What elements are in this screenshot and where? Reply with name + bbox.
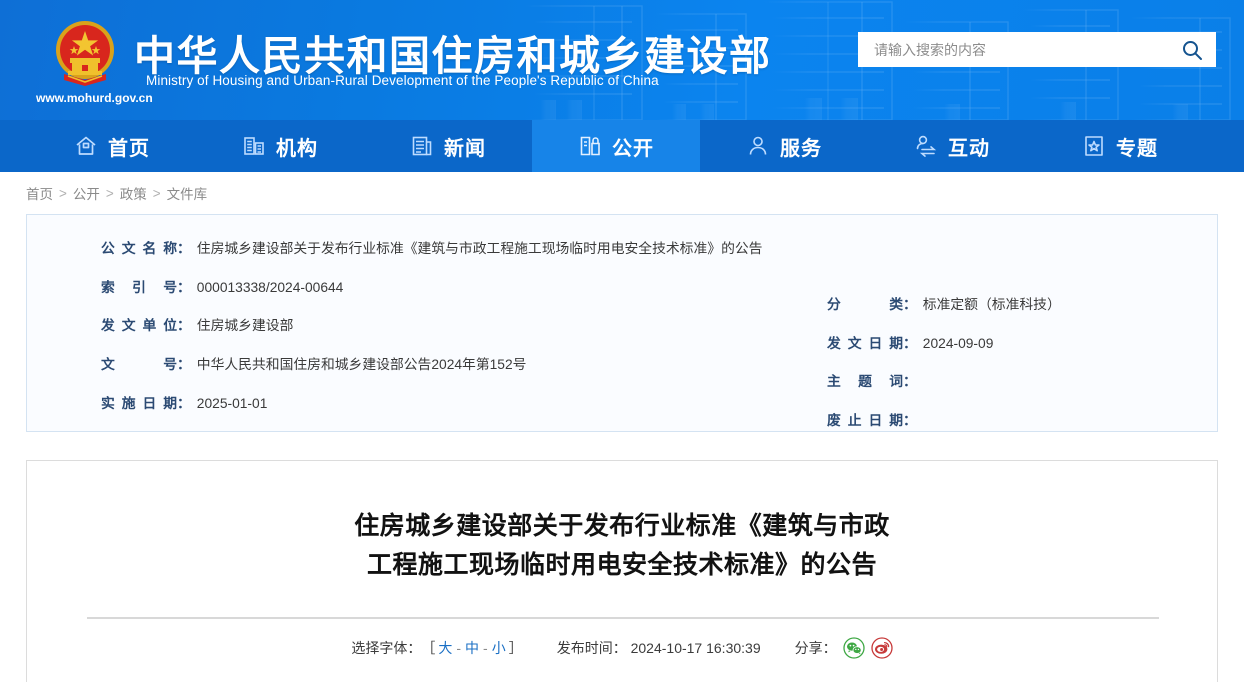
nav-item-topics[interactable]: 专题 <box>1036 120 1204 172</box>
breadcrumb: 首页 > 公开 > 政策 > 文件库 <box>0 172 1244 214</box>
search-box <box>858 32 1216 67</box>
metadata-label: 发文日期 <box>827 335 903 351</box>
site-subtitle: Ministry of Housing and Urban-Rural Deve… <box>146 73 659 88</box>
breadcrumb-separator: > <box>152 185 161 201</box>
article-title-line-1: 住房城乡建设部关于发布行业标准《建筑与市政 <box>354 512 890 540</box>
site-url: www.mohurd.gov.cn <box>36 91 153 105</box>
font-size-dash: - <box>456 639 462 656</box>
metadata-row-issuing-unit: 发文单位 ： 住房城乡建设部 <box>101 316 861 337</box>
nav-item-services[interactable]: 服务 <box>700 120 868 172</box>
metadata-value: 住房城乡建设部 <box>196 318 294 334</box>
article-toolbar: 选择字体： ［ 大 - 中 - 小 ］ 发布时间： 2024-10-17 16:… <box>87 636 1157 659</box>
home-icon <box>74 134 98 158</box>
metadata-colon: ： <box>903 335 917 351</box>
search-icon <box>1183 40 1202 60</box>
metadata-row-category: 分类 ： 标准定额（标准科技） <box>827 295 1197 316</box>
font-size-small-button[interactable]: 小 <box>489 638 509 658</box>
metadata-label: 发文单位 <box>101 318 177 334</box>
breadcrumb-separator: > <box>105 185 114 201</box>
nav-label: 互动 <box>948 137 990 160</box>
share-group: 分享： <box>794 636 893 659</box>
breadcrumb-item-home[interactable]: 首页 <box>26 183 53 203</box>
metadata-row-document-name: 公文名称 ： 住房城乡建设部关于发布行业标准《建筑与市政工程施工现场临时用电安全… <box>101 239 861 260</box>
metadata-row-document-number: 文号 ： 中华人民共和国住房和城乡建设部公告2024年第152号 <box>101 355 861 376</box>
metadata-value: 2025-01-01 <box>196 395 268 411</box>
search-input[interactable] <box>858 32 1168 67</box>
font-size-picker: 选择字体： ［ 大 - 中 - 小 ］ <box>351 638 522 658</box>
metadata-value: 标准定额（标准科技） <box>922 297 1061 312</box>
metadata-colon: ： <box>177 318 191 334</box>
publish-time-label: 发布时间： <box>556 639 627 656</box>
nav-label: 服务 <box>780 137 822 160</box>
metadata-row-index-number: 索引号 ： 000013338/2024-00644 <box>101 278 861 299</box>
nav-label: 专题 <box>1116 137 1158 160</box>
metadata-row-issue-date: 发文日期 ： 2024-09-09 <box>827 334 1197 355</box>
publish-time-group: 发布时间： 2024-10-17 16:30:39 <box>557 638 761 658</box>
metadata-label: 分类 <box>827 297 903 312</box>
metadata-colon: ： <box>903 297 917 312</box>
metadata-column-left: 公文名称 ： 住房城乡建设部关于发布行业标准《建筑与市政工程施工现场临时用电安全… <box>101 239 861 432</box>
nav-item-institutions[interactable]: 机构 <box>196 120 364 172</box>
document-metadata-card: 公文名称 ： 住房城乡建设部关于发布行业标准《建筑与市政工程施工现场临时用电安全… <box>26 214 1218 432</box>
font-size-medium-button[interactable]: 中 <box>462 638 482 658</box>
metadata-column-right: 分类 ： 标准定额（标准科技） 发文日期 ： 2024-09-09 主题词 ： … <box>827 295 1197 450</box>
metadata-label: 主题词 <box>827 374 903 390</box>
metadata-colon: ： <box>903 413 917 429</box>
breadcrumb-separator: > <box>59 185 67 201</box>
metadata-value: 2024-09-09 <box>922 335 994 351</box>
article-divider <box>87 616 1159 619</box>
nav-label: 公开 <box>612 137 654 160</box>
publish-time-value: 2024-10-17 16:30:39 <box>630 639 761 656</box>
font-size-dash: - <box>483 639 488 656</box>
article-title: 住房城乡建设部关于发布行业标准《建筑与市政 工程施工现场临时用电安全技术标准》的… <box>87 507 1157 585</box>
bracket-open: ［ <box>421 639 436 656</box>
metadata-row-effective-date: 实施日期 ： 2025-01-01 <box>101 394 861 415</box>
metadata-label: 文号 <box>101 357 177 373</box>
metadata-value: 000013338/2024-00644 <box>196 279 344 295</box>
metadata-colon: ： <box>177 279 191 295</box>
metadata-colon: ： <box>177 395 191 411</box>
nav-item-disclosure[interactable]: 公开 <box>532 120 700 172</box>
service-person-icon <box>746 134 770 158</box>
breadcrumb-item-disclosure[interactable]: 公开 <box>73 183 100 203</box>
nav-label: 首页 <box>108 137 150 160</box>
breadcrumb-item-file-library[interactable]: 文件库 <box>167 183 208 203</box>
bracket-close: ］ <box>508 639 523 656</box>
metadata-label: 索引号 <box>101 279 177 295</box>
nav-item-news[interactable]: 新闻 <box>364 120 532 172</box>
site-header: 中华人民共和国住房和城乡建设部 Ministry of Housing and … <box>0 0 1244 120</box>
open-disclosure-icon <box>578 134 602 158</box>
metadata-value: 中华人民共和国住房和城乡建设部公告2024年第152号 <box>196 357 527 373</box>
metadata-label: 公文名称 <box>101 241 177 256</box>
metadata-colon: ： <box>903 374 917 390</box>
metadata-row-subject-keywords: 主题词 ： <box>827 372 1197 393</box>
main-navigation: 首页 机构 新闻 公开 服务 互动 专题 <box>0 120 1244 172</box>
nav-label: 机构 <box>276 137 318 160</box>
font-size-large-button[interactable]: 大 <box>435 638 455 658</box>
news-document-icon <box>410 134 434 158</box>
building-icon <box>242 134 266 158</box>
nav-item-interaction[interactable]: 互动 <box>868 120 1036 172</box>
article-card: 住房城乡建设部关于发布行业标准《建筑与市政 工程施工现场临时用电安全技术标准》的… <box>26 460 1218 682</box>
weibo-share-icon[interactable] <box>870 636 893 659</box>
china-national-emblem-icon <box>56 21 114 86</box>
nav-item-home[interactable]: 首页 <box>28 120 196 172</box>
metadata-label: 废止日期 <box>827 413 903 429</box>
metadata-value: 住房城乡建设部关于发布行业标准《建筑与市政工程施工现场临时用电安全技术标准》的公… <box>196 241 763 256</box>
share-label: 分享： <box>794 639 837 656</box>
article-title-line-2: 工程施工现场临时用电安全技术标准》的公告 <box>366 550 877 579</box>
interaction-person-icon <box>914 134 938 158</box>
nav-label: 新闻 <box>444 137 486 160</box>
breadcrumb-item-policy[interactable]: 政策 <box>120 183 147 203</box>
metadata-row-repeal-date: 废止日期 ： <box>827 411 1197 432</box>
star-topic-icon <box>1082 134 1106 158</box>
wechat-share-icon[interactable] <box>842 636 865 659</box>
font-size-label: 选择字体： <box>351 639 422 656</box>
metadata-colon: ： <box>177 357 191 373</box>
metadata-label: 实施日期 <box>101 395 177 411</box>
search-button[interactable] <box>1168 32 1216 67</box>
metadata-colon: ： <box>177 241 191 256</box>
